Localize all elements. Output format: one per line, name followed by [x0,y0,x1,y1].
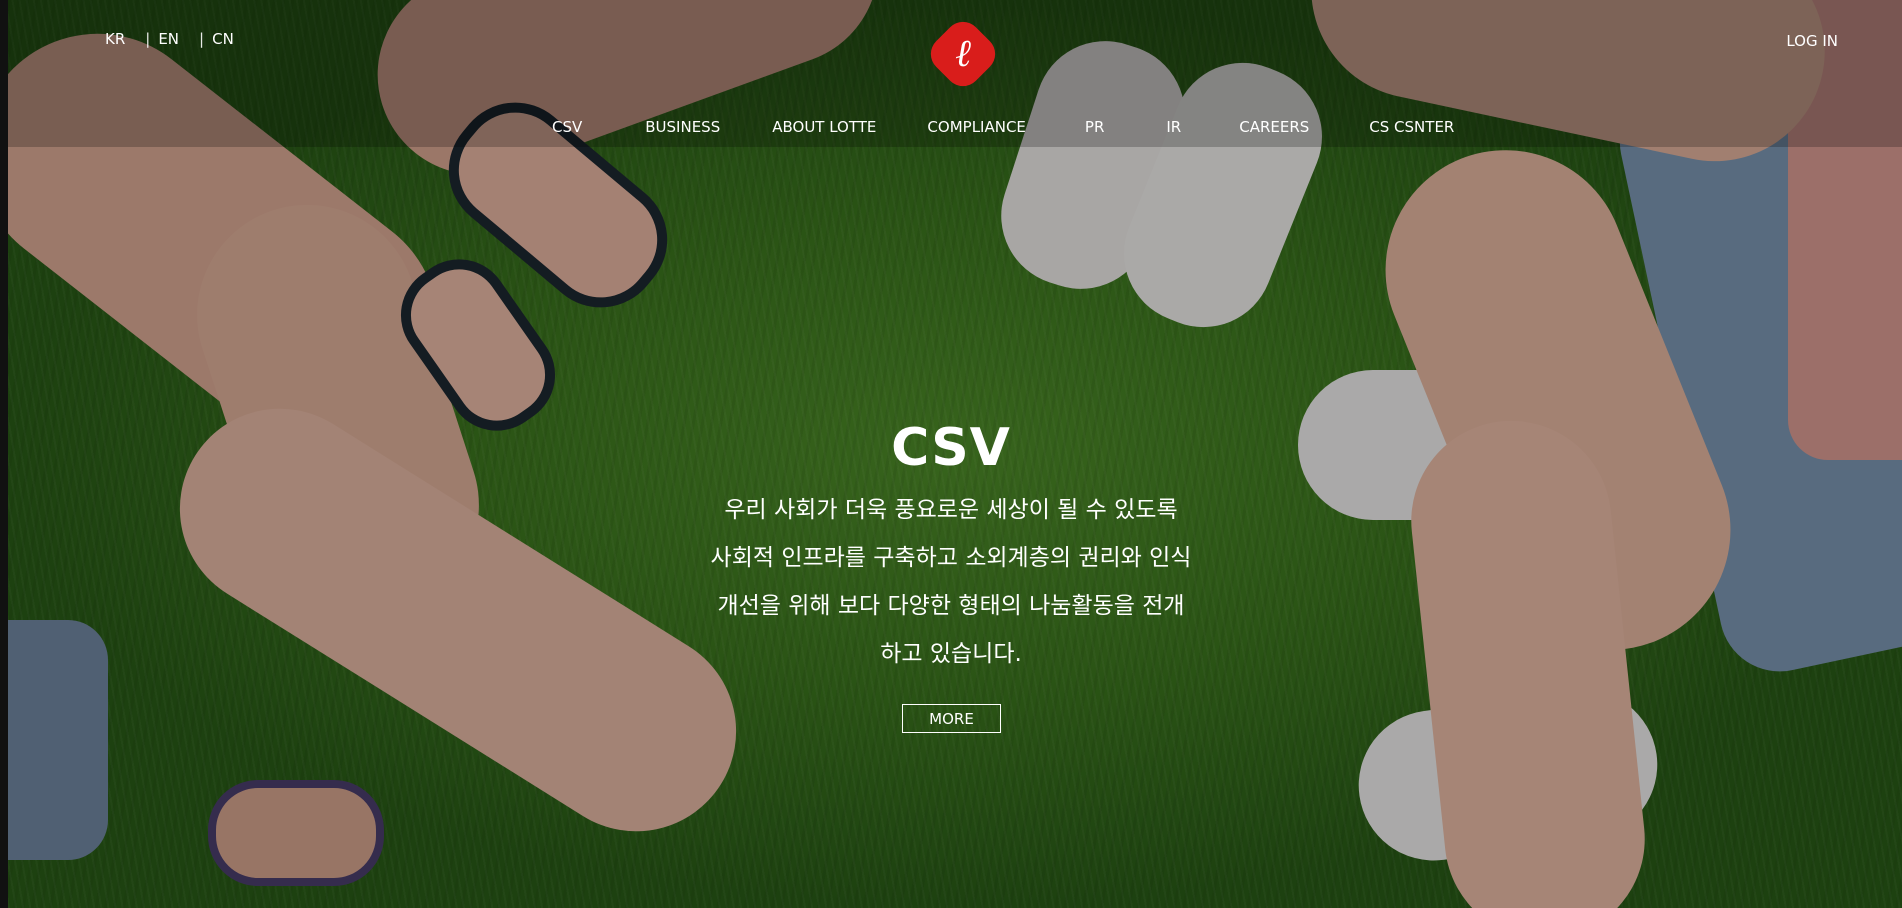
menu-item-business[interactable]: BUSINESS [645,118,720,136]
hero-title: CSV [891,418,1011,478]
main-menu: CSV BUSINESS ABOUT LOTTE COMPLIANCE PR I… [552,118,1454,136]
lang-cn-link[interactable]: CN [212,30,234,48]
language-selector: KR | EN | CN [105,30,234,48]
login-link[interactable]: LOG IN [1786,32,1838,50]
hero-description: 우리 사회가 더욱 풍요로운 세상이 될 수 있도록 사회적 인프라를 구축하고… [651,486,1251,678]
more-button[interactable]: MORE [902,704,1001,733]
menu-item-cs-center[interactable]: CS CSNTER [1369,118,1454,136]
lang-separator: | [199,30,205,48]
menu-item-compliance[interactable]: COMPLIANCE [927,118,1025,136]
menu-item-csv[interactable]: CSV [552,118,582,136]
menu-item-careers[interactable]: CAREERS [1239,118,1309,136]
lang-separator: | [145,30,151,48]
logo-l-icon: ℓ [955,31,971,75]
page: KR | EN | CN ℓ LOG IN CSV BUSINESS ABOUT… [0,0,1902,908]
lang-en-link[interactable]: EN [158,30,179,48]
hero-description-line: 사회적 인프라를 구축하고 소외계층의 권리와 인식 [710,545,1192,571]
menu-item-ir[interactable]: IR [1166,118,1181,136]
menu-item-about-lotte[interactable]: ABOUT LOTTE [772,118,876,136]
lang-kr-link[interactable]: KR [105,30,125,48]
menu-item-pr[interactable]: PR [1085,118,1104,136]
hero-description-line: 우리 사회가 더욱 풍요로운 세상이 될 수 있도록 [724,497,1178,523]
lotte-logo[interactable]: ℓ [923,14,1003,94]
hero-description-line: 개선을 위해 보다 다양한 형태의 나눔활동을 전개 [717,593,1185,619]
hero-description-line: 하고 있습니다. [880,641,1022,667]
